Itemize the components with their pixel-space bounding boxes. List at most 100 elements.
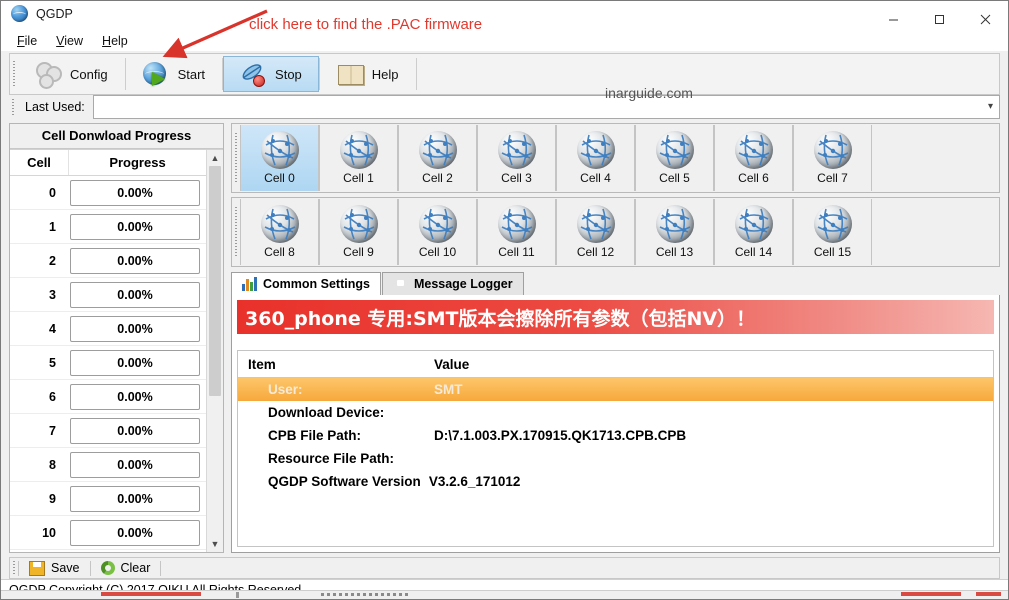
cell-button-cell-7[interactable]: Cell 7 xyxy=(793,125,872,191)
menu-bar: File View Help xyxy=(9,32,136,50)
item-table-row[interactable]: User: SMT xyxy=(238,378,993,401)
toolbar-grip[interactable] xyxy=(10,54,18,94)
item-table-row[interactable]: Download Device: xyxy=(238,401,993,424)
progress-row: 6 0.00% xyxy=(10,380,206,414)
scrollbar-thumb[interactable] xyxy=(209,166,221,396)
floppy-icon xyxy=(29,560,45,576)
close-button[interactable] xyxy=(962,1,1008,37)
progress-bar: 0.00% xyxy=(70,213,200,240)
last-used-grip[interactable] xyxy=(9,95,17,119)
progress-row-bar-container: 0.00% xyxy=(68,281,206,308)
item-table-header: Item Value xyxy=(238,351,993,378)
cell-button-label: Cell 9 xyxy=(343,245,374,259)
cell-button-cell-6[interactable]: Cell 6 xyxy=(714,125,793,191)
cell-row-grip[interactable] xyxy=(232,124,240,192)
warning-banner: 360_phone 专用:SMT版本会擦除所有参数（包括NV）！ xyxy=(237,300,994,334)
help-button-label: Help xyxy=(371,66,399,82)
cell-button-cell-2[interactable]: Cell 2 xyxy=(398,125,477,191)
stop-icon xyxy=(240,61,266,87)
menu-item-help[interactable]: Help xyxy=(94,32,136,50)
menu-item-file[interactable]: File xyxy=(9,32,45,50)
refresh-icon xyxy=(100,561,115,575)
start-button-label: Start xyxy=(177,66,206,82)
cell-button-cell-3[interactable]: Cell 3 xyxy=(477,125,556,191)
chevron-down-icon: ▾ xyxy=(987,101,993,112)
progress-row: 5 0.00% xyxy=(10,346,206,380)
progress-row-cell-index: 5 xyxy=(49,355,56,370)
column-header-cell: Cell xyxy=(10,150,69,175)
item-table-row[interactable]: Resource File Path: xyxy=(238,447,993,470)
item-label: CPB File Path: xyxy=(268,428,362,443)
progress-row-cell-index: 8 xyxy=(49,457,56,472)
cell-row-2: Cell 8 Cell 9 Cell 10 Cell 11 Cell 12 Cell 13… xyxy=(231,197,1000,267)
message-logger-icon xyxy=(393,276,408,291)
progress-row-bar-container: 0.00% xyxy=(68,485,206,512)
menu-item-view[interactable]: View xyxy=(48,32,91,50)
globe-play-icon xyxy=(142,61,169,87)
minimize-button[interactable] xyxy=(870,1,916,37)
progress-rows: 0 0.00% 1 0.00% 2 0.00% 3 0.00% 4 0.00% 5 0.00% 6 0.0… xyxy=(10,176,206,550)
progress-row-cell-index: 10 xyxy=(42,525,56,540)
cell-button-cell-12[interactable]: Cell 12 xyxy=(556,199,635,265)
item-table-row-version[interactable]: QGDP Software Version V3.2.6_171012 xyxy=(238,470,993,493)
cell-button-cell-11[interactable]: Cell 11 xyxy=(477,199,556,265)
help-button[interactable]: Help xyxy=(320,56,416,92)
item-value-table: Item Value User: SMT Download Device: CPB F… xyxy=(237,350,994,547)
progress-row-cell-index: 9 xyxy=(49,491,56,506)
cell-button-cell-4[interactable]: Cell 4 xyxy=(556,125,635,191)
common-settings-panel: 360_phone 专用:SMT版本会擦除所有参数（包括NV）！ Item Va… xyxy=(231,295,1000,553)
cell-button-cell-13[interactable]: Cell 13 xyxy=(635,199,714,265)
cell-button-cell-5[interactable]: Cell 5 xyxy=(635,125,714,191)
stop-button-label: Stop xyxy=(275,66,302,82)
progress-row-bar-container: 0.00% xyxy=(68,349,206,376)
cell-button-cell-14[interactable]: Cell 14 xyxy=(714,199,793,265)
cell-button-label: Cell 7 xyxy=(817,171,848,185)
cell-button-cell-9[interactable]: Cell 9 xyxy=(319,199,398,265)
background-window-sliver xyxy=(1,590,1008,599)
progress-row-cell-index: 7 xyxy=(49,423,56,438)
save-button[interactable]: Save xyxy=(19,558,90,578)
cell-button-label: Cell 13 xyxy=(655,245,694,259)
maximize-button[interactable] xyxy=(916,1,962,37)
column-header-progress: Progress xyxy=(109,155,166,170)
scroll-down-icon[interactable]: ▼ xyxy=(207,536,223,552)
progress-bar: 0.00% xyxy=(70,315,200,342)
cell-button-cell-0[interactable]: Cell 0 xyxy=(240,125,319,191)
stop-button[interactable]: Stop xyxy=(223,56,319,92)
cell-button-cell-15[interactable]: Cell 15 xyxy=(793,199,872,265)
progress-row-bar-container: 0.00% xyxy=(68,417,206,444)
scroll-up-icon[interactable]: ▲ xyxy=(207,150,223,166)
cell-row-filler xyxy=(872,198,999,266)
network-globe-icon xyxy=(418,131,457,169)
progress-row-bar-container: 0.00% xyxy=(68,315,206,342)
item-table-row[interactable]: CPB File Path: D:\7.1.003.PX.170915.QK171… xyxy=(238,424,993,447)
item-value: SMT xyxy=(434,382,463,397)
progress-scrollbar[interactable]: ▲ ▼ xyxy=(206,150,223,552)
bottom-toolbar-grip[interactable] xyxy=(10,561,18,575)
progress-grid-body: Cell Progress 0 0.00% 1 0.00% 2 0.00% 3 0.00% 4 0… xyxy=(10,150,206,552)
main-content: Cell 0 Cell 1 Cell 2 Cell 3 Cell 4 Cell 5 Cell… xyxy=(231,123,1000,553)
cell-button-cell-1[interactable]: Cell 1 xyxy=(319,125,398,191)
progress-row: 0 0.00% xyxy=(10,176,206,210)
progress-bar: 0.00% xyxy=(70,349,200,376)
title-bar-left: QGDP xyxy=(11,5,73,22)
last-used-bar: Last Used: ▾ xyxy=(9,95,1000,119)
main-toolbar: Config Start Stop Help xyxy=(9,53,1000,95)
tab-message-logger[interactable]: Message Logger xyxy=(381,272,524,295)
cell-row-grip[interactable] xyxy=(232,198,240,266)
tab-common-settings[interactable]: Common Settings xyxy=(231,272,381,296)
network-globe-icon xyxy=(497,205,536,243)
progress-row-bar-container: 0.00% xyxy=(68,519,206,546)
start-button[interactable]: Start xyxy=(126,56,222,92)
network-globe-icon xyxy=(734,131,773,169)
cell-button-cell-8[interactable]: Cell 8 xyxy=(240,199,319,265)
clear-button[interactable]: Clear xyxy=(91,558,161,578)
progress-bar: 0.00% xyxy=(70,451,200,478)
config-button[interactable]: Config xyxy=(18,56,125,92)
cell-button-label: Cell 1 xyxy=(343,171,374,185)
cell-button-cell-10[interactable]: Cell 10 xyxy=(398,199,477,265)
item-value: D:\7.1.003.PX.170915.QK1713.CPB.CPB xyxy=(434,428,687,443)
last-used-combobox[interactable]: ▾ xyxy=(92,95,1000,119)
clear-button-label: Clear xyxy=(120,561,151,575)
cell-button-label: Cell 6 xyxy=(738,171,769,185)
